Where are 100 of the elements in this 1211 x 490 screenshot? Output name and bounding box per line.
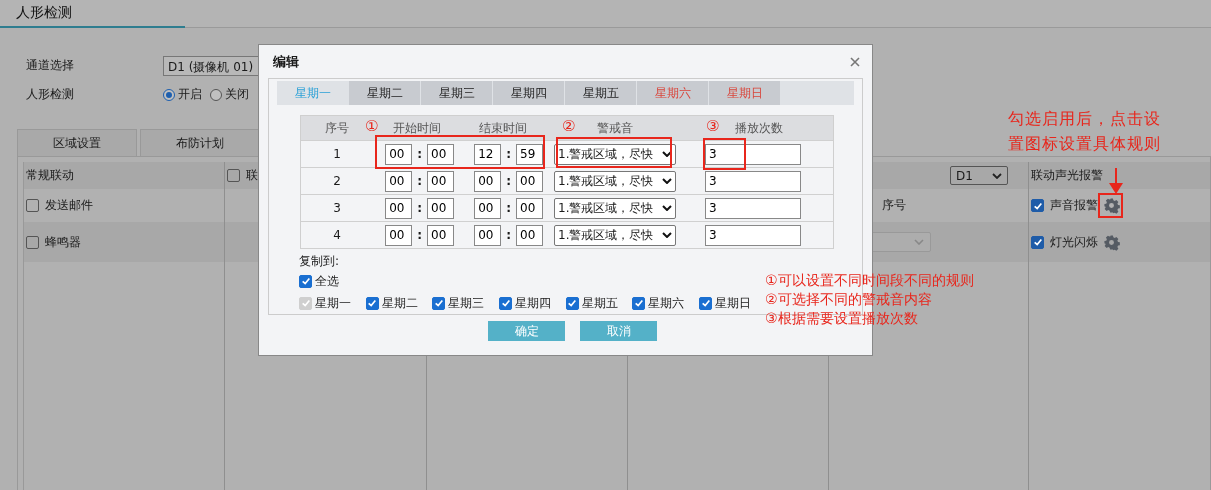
checkbox[interactable] <box>26 235 39 249</box>
minute-field[interactable]: 00 <box>427 170 454 192</box>
checkbox[interactable] <box>499 296 513 310</box>
annotation-note: ②可选择不同的警戒音内容 <box>765 290 933 309</box>
channel-label: 通道选择 <box>26 57 75 74</box>
column-header: 开始时间 <box>392 119 441 137</box>
checkbox[interactable] <box>26 199 39 212</box>
option-label: 发送邮件 <box>45 197 93 214</box>
colon: : <box>506 174 511 188</box>
channel-dropdown[interactable]: D1 <box>950 166 1008 185</box>
hour-field[interactable]: 00 <box>385 170 413 192</box>
minute-field[interactable]: 00 <box>427 143 454 165</box>
minute-field[interactable]: 00 <box>516 170 543 192</box>
table-cell: 1 <box>333 147 341 161</box>
hour-field[interactable]: 12 <box>474 143 502 165</box>
column-header: 警戒音 <box>597 119 633 137</box>
column-header: 联 <box>246 167 258 184</box>
sound-dropdown[interactable]: 1.警戒区域，尽快 <box>554 197 676 219</box>
annotation-marker: ② <box>562 117 576 135</box>
column-header: 常规联动 <box>26 167 74 184</box>
close-icon[interactable] <box>850 56 860 67</box>
annotation-marker: ① <box>365 117 379 135</box>
table-cell: 2 <box>333 174 341 188</box>
column-header: 播放次数 <box>734 119 783 137</box>
checkbox[interactable] <box>299 274 312 288</box>
option-label: 全选 <box>315 272 339 290</box>
hour-field[interactable]: 00 <box>474 197 502 219</box>
tab[interactable]: 区域设置 <box>17 129 137 156</box>
day-tab[interactable]: 星期五 <box>565 81 636 105</box>
chevron-icon <box>662 205 672 211</box>
hour-field[interactable]: 00 <box>385 197 413 219</box>
table-cell: 3 <box>333 201 341 215</box>
hour-field[interactable]: 00 <box>474 170 502 192</box>
table-cell: 4 <box>333 228 341 242</box>
sound-dropdown[interactable]: 1.警戒区域，尽快 <box>554 170 676 192</box>
checkbox[interactable] <box>1031 199 1044 212</box>
day-tab[interactable]: 星期二 <box>349 81 420 105</box>
checkbox[interactable] <box>565 296 579 310</box>
option-label: 灯光闪烁 <box>1050 233 1098 251</box>
option-label: 蜂鸣器 <box>45 233 81 251</box>
hour-field[interactable]: 00 <box>385 143 413 165</box>
annotation-note: ①可以设置不同时间段不同的规则 <box>765 271 974 290</box>
sound-dropdown[interactable]: 1.警戒区域，尽快 <box>554 143 676 165</box>
minute-field[interactable]: 00 <box>427 224 454 246</box>
chevron-icon <box>662 232 672 238</box>
settings-icon[interactable] <box>1103 197 1120 214</box>
column-header: 结束时间 <box>479 119 527 137</box>
colon: : <box>417 174 422 188</box>
annotation-note: ③根据需要设置播放次数 <box>765 309 919 328</box>
minute-field[interactable]: 59 <box>516 143 543 165</box>
highlight-frame <box>703 138 746 170</box>
detection-label: 人形检测 <box>26 86 75 103</box>
minute-field[interactable]: 00 <box>427 197 454 219</box>
minute-field[interactable]: 00 <box>516 197 543 219</box>
option-label: 星期日 <box>715 294 752 312</box>
chevron-icon <box>662 178 672 184</box>
hour-field[interactable]: 00 <box>474 224 502 246</box>
tab[interactable]: 布防计划 <box>140 129 260 156</box>
option-label: 星期五 <box>581 294 618 312</box>
option-label: 星期四 <box>515 294 552 312</box>
option-label: 星期三 <box>448 294 485 312</box>
settings-icon[interactable] <box>1103 233 1120 251</box>
copy-label: 复制到: <box>299 253 340 269</box>
checkbox[interactable] <box>699 296 713 310</box>
checkbox[interactable] <box>632 296 646 310</box>
option-label: 星期二 <box>381 294 418 312</box>
radio-label: 关闭 <box>225 86 249 103</box>
column-header: 序号 <box>325 119 349 137</box>
annotation-marker: ③ <box>706 117 720 135</box>
column-header: 联动声光报警 <box>1031 167 1103 184</box>
colon: : <box>417 201 422 215</box>
radio-button[interactable] <box>163 88 175 101</box>
chevron-icon <box>914 239 924 245</box>
hour-field[interactable]: 00 <box>385 224 413 246</box>
day-tab[interactable]: 星期四 <box>493 81 564 105</box>
count-field[interactable]: 3 <box>705 143 801 165</box>
radio-button[interactable] <box>210 88 222 101</box>
chevron-icon <box>992 172 1002 179</box>
count-field[interactable]: 3 <box>705 224 801 246</box>
chevron-icon <box>662 151 672 157</box>
count-field[interactable]: 3 <box>705 197 801 219</box>
colon: : <box>506 147 511 161</box>
highlight-frame <box>1098 193 1123 218</box>
checkbox[interactable] <box>227 169 240 182</box>
checkbox[interactable] <box>365 296 379 310</box>
option-label: 星期一 <box>315 294 351 312</box>
minute-field[interactable]: 00 <box>516 224 543 246</box>
sound-dropdown[interactable]: 1.警戒区域，尽快 <box>554 224 676 246</box>
colon: : <box>506 228 511 242</box>
table-cell: 序号 <box>882 197 906 214</box>
colon: : <box>506 201 511 215</box>
checkbox[interactable] <box>432 296 446 310</box>
colon: : <box>417 228 422 242</box>
annotation-note: 勾选启用后，点击设 <box>1008 108 1161 130</box>
option-label: 声音报警 <box>1050 197 1098 214</box>
day-tab[interactable]: 星期三 <box>421 81 492 105</box>
option-label: 星期六 <box>648 294 685 312</box>
count-field[interactable]: 3 <box>705 170 801 192</box>
checkbox[interactable] <box>1031 235 1044 249</box>
radio-label: 开启 <box>178 86 202 103</box>
